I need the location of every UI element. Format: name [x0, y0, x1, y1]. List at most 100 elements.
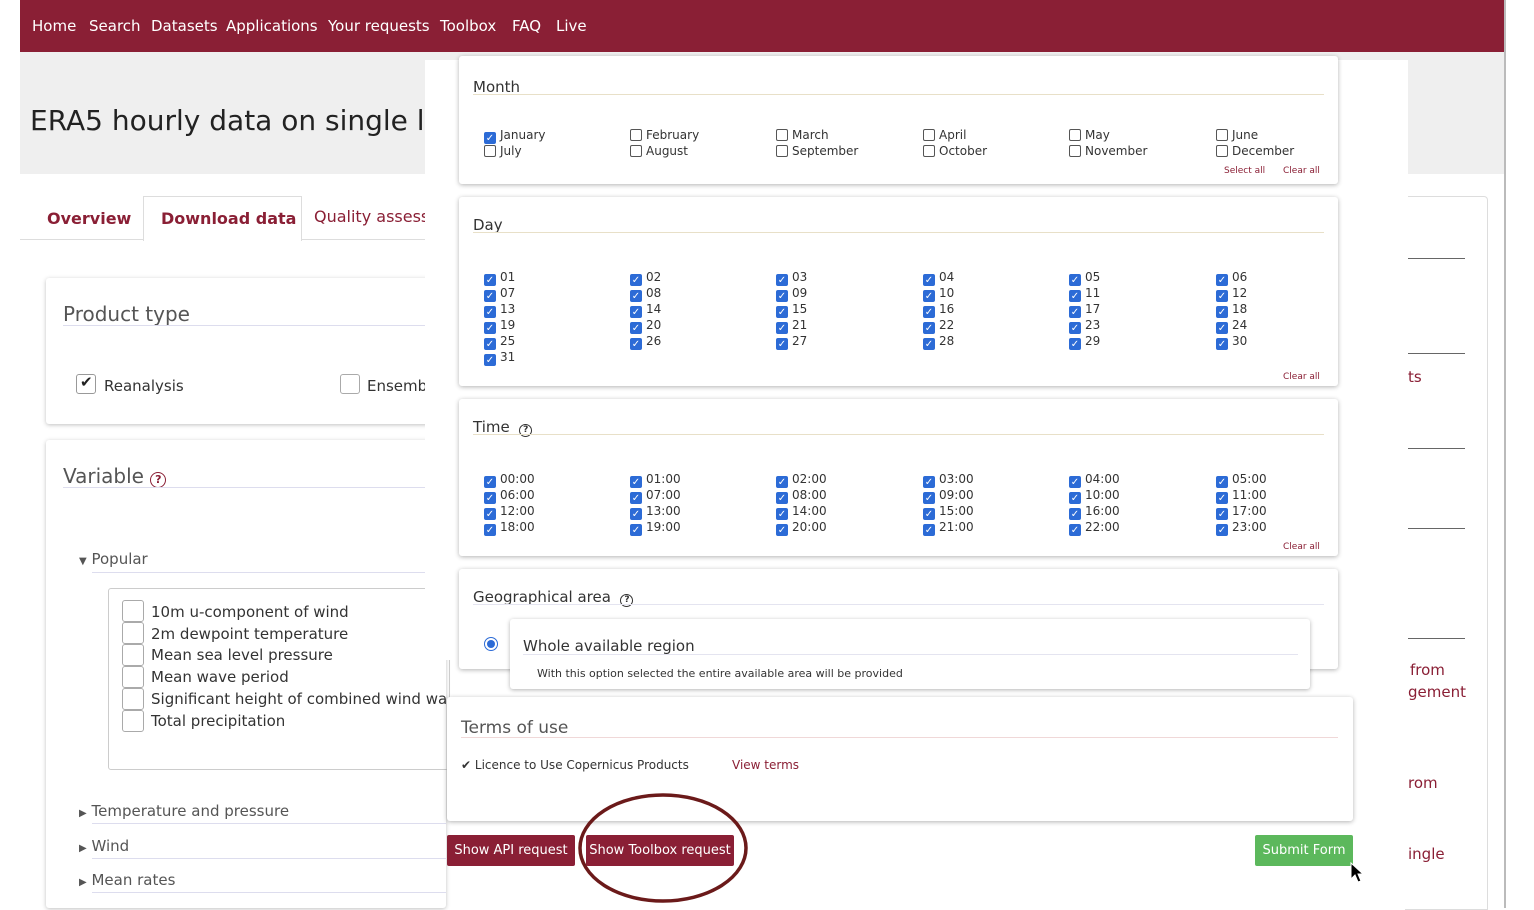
time-option[interactable]: ✓ 05:00 [1216, 472, 1267, 488]
day-checkbox[interactable]: ✓ [484, 274, 496, 286]
variable-checkbox[interactable] [122, 688, 144, 710]
sidebar-link[interactable]: ingle [1408, 845, 1445, 863]
time-option[interactable]: ✓ 18:00 [484, 520, 535, 536]
time-checkbox[interactable]: ✓ [1216, 476, 1228, 488]
time-checkbox[interactable]: ✓ [1216, 492, 1228, 504]
variable-checkbox[interactable] [122, 710, 144, 732]
day-checkbox[interactable]: ✓ [923, 274, 935, 286]
day-option[interactable]: ✓ 10 [923, 286, 954, 302]
month-option[interactable]: December [1216, 144, 1294, 158]
day-checkbox[interactable]: ✓ [776, 306, 788, 318]
nav-your-requests[interactable]: Your requests [328, 17, 430, 35]
day-clear-all[interactable]: Clear all [1283, 372, 1320, 382]
sidebar-link[interactable]: ts [1408, 368, 1422, 386]
month-checkbox[interactable] [776, 145, 788, 157]
day-checkbox[interactable]: ✓ [923, 290, 935, 302]
month-checkbox[interactable] [923, 129, 935, 141]
day-checkbox[interactable]: ✓ [1069, 290, 1081, 302]
day-checkbox[interactable]: ✓ [776, 338, 788, 350]
time-option[interactable]: ✓ 03:00 [923, 472, 974, 488]
month-option[interactable]: October [923, 144, 987, 158]
day-checkbox[interactable]: ✓ [484, 306, 496, 318]
tab-overview[interactable]: Overview [47, 209, 131, 228]
day-checkbox[interactable]: ✓ [630, 290, 642, 302]
time-checkbox[interactable]: ✓ [484, 524, 496, 536]
month-option[interactable]: April [923, 128, 966, 142]
time-option[interactable]: ✓ 20:00 [776, 520, 827, 536]
time-checkbox[interactable]: ✓ [1069, 476, 1081, 488]
day-checkbox[interactable]: ✓ [1069, 306, 1081, 318]
day-checkbox[interactable]: ✓ [1069, 338, 1081, 350]
time-option[interactable]: ✓ 15:00 [923, 504, 974, 520]
day-option[interactable]: ✓ 09 [776, 286, 807, 302]
month-checkbox[interactable] [923, 145, 935, 157]
nav-faq[interactable]: FAQ [512, 17, 541, 35]
time-checkbox[interactable]: ✓ [923, 492, 935, 504]
time-checkbox[interactable]: ✓ [1216, 508, 1228, 520]
time-clear-all[interactable]: Clear all [1283, 542, 1320, 552]
time-checkbox[interactable]: ✓ [1069, 524, 1081, 536]
day-option[interactable]: ✓ 01 [484, 270, 515, 286]
day-option[interactable]: ✓ 18 [1216, 302, 1247, 318]
nav-search[interactable]: Search [89, 17, 141, 35]
day-option[interactable]: ✓ 31 [484, 350, 515, 366]
time-checkbox[interactable]: ✓ [484, 492, 496, 504]
group-mean-rates[interactable]: ▶ Mean rates [79, 871, 175, 889]
reanalysis-checkbox[interactable]: ✔ [76, 373, 96, 394]
show-api-request-button[interactable]: Show API request [447, 835, 575, 866]
day-checkbox[interactable]: ✓ [776, 290, 788, 302]
day-option[interactable]: ✓ 24 [1216, 318, 1247, 334]
day-checkbox[interactable]: ✓ [630, 274, 642, 286]
month-option[interactable]: August [630, 144, 688, 158]
view-terms-link[interactable]: View terms [732, 758, 799, 772]
day-checkbox[interactable]: ✓ [630, 322, 642, 334]
time-checkbox[interactable]: ✓ [1069, 492, 1081, 504]
day-option[interactable]: ✓ 06 [1216, 270, 1247, 286]
day-checkbox[interactable]: ✓ [776, 322, 788, 334]
month-checkbox[interactable] [484, 145, 496, 157]
time-option[interactable]: ✓ 01:00 [630, 472, 681, 488]
submit-form-button[interactable]: Submit Form [1255, 835, 1353, 866]
day-option[interactable]: ✓ 25 [484, 334, 515, 350]
day-option[interactable]: ✓ 16 [923, 302, 954, 318]
month-checkbox[interactable] [776, 129, 788, 141]
time-option[interactable]: ✓ 19:00 [630, 520, 681, 536]
month-checkbox[interactable] [1069, 129, 1081, 141]
time-option[interactable]: ✓ 10:00 [1069, 488, 1120, 504]
month-option[interactable]: June [1216, 128, 1258, 142]
time-option[interactable]: ✓ 22:00 [1069, 520, 1120, 536]
time-option[interactable]: ✓ 07:00 [630, 488, 681, 504]
day-checkbox[interactable]: ✓ [1216, 338, 1228, 350]
sidebar-link[interactable]: from [1410, 661, 1445, 679]
month-option[interactable]: November [1069, 144, 1147, 158]
day-checkbox[interactable]: ✓ [484, 290, 496, 302]
time-checkbox[interactable]: ✓ [630, 524, 642, 536]
time-option[interactable]: ✓ 02:00 [776, 472, 827, 488]
nav-applications[interactable]: Applications [226, 17, 318, 35]
time-checkbox[interactable]: ✓ [1216, 524, 1228, 536]
time-option[interactable]: ✓ 08:00 [776, 488, 827, 504]
day-checkbox[interactable]: ✓ [630, 306, 642, 318]
group-wind[interactable]: ▶ Wind [79, 837, 129, 855]
day-option[interactable]: ✓ 11 [1069, 286, 1100, 302]
day-option[interactable]: ✓ 02 [630, 270, 661, 286]
day-option[interactable]: ✓ 26 [630, 334, 661, 350]
time-option[interactable]: ✓ 21:00 [923, 520, 974, 536]
day-option[interactable]: ✓ 05 [1069, 270, 1100, 286]
nav-toolbox[interactable]: Toolbox [440, 17, 496, 35]
time-option[interactable]: ✓ 16:00 [1069, 504, 1120, 520]
day-option[interactable]: ✓ 19 [484, 318, 515, 334]
variable-checkbox[interactable] [122, 600, 144, 622]
day-checkbox[interactable]: ✓ [1216, 322, 1228, 334]
day-option[interactable]: ✓ 28 [923, 334, 954, 350]
day-option[interactable]: ✓ 13 [484, 302, 515, 318]
month-checkbox[interactable] [1216, 129, 1228, 141]
day-checkbox[interactable]: ✓ [484, 354, 496, 366]
day-option[interactable]: ✓ 27 [776, 334, 807, 350]
popular-group-toggle[interactable]: ▼ Popular [79, 550, 148, 568]
month-option[interactable]: February [630, 128, 699, 142]
tab-quality-assessment[interactable]: Quality assess [314, 207, 429, 226]
month-option[interactable]: March [776, 128, 829, 142]
time-checkbox[interactable]: ✓ [776, 508, 788, 520]
day-checkbox[interactable]: ✓ [923, 338, 935, 350]
